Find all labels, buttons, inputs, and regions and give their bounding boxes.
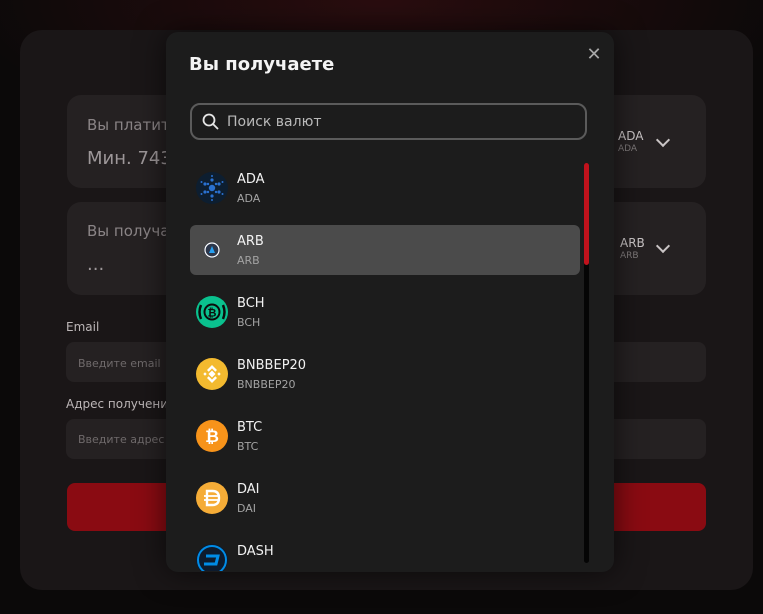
currency-item-dash[interactable]: DASH (190, 535, 580, 571)
currency-name: ADA (237, 172, 265, 187)
currency-code: BTC (237, 440, 259, 453)
currency-code: BCH (237, 316, 261, 329)
currency-select-modal: Вы получаете ✕ Поиск валют ADA ADA ARB A… (166, 32, 614, 572)
modal-title: Вы получаете (189, 54, 335, 75)
currency-code: DAI (237, 502, 257, 515)
search-icon (202, 113, 219, 130)
currency-item-dai[interactable]: DAI DAI (190, 473, 580, 523)
currency-item-arb[interactable]: ARB ARB (190, 225, 580, 275)
bitcoin-cash-icon: ₿ (196, 296, 228, 328)
email-placeholder: Введите email (78, 357, 161, 370)
currency-item-bch[interactable]: ₿ BCH BCH (190, 287, 580, 337)
currency-name: BNBBEP20 (237, 358, 307, 373)
receive-currency-selector[interactable]: ARB ARB (620, 237, 645, 263)
currency-name: ARB (237, 234, 264, 249)
svg-text:₿: ₿ (208, 307, 217, 320)
svg-text:₿: ₿ (205, 427, 219, 447)
receive-amount: ... (87, 254, 105, 275)
currency-name: DASH (237, 544, 274, 559)
receive-currency-code: ARB (620, 236, 645, 250)
scrollbar-thumb[interactable] (584, 163, 589, 265)
currency-name: BCH (237, 296, 265, 311)
currency-code: BNBBEP20 (237, 378, 296, 391)
currency-code: ARB (237, 254, 260, 267)
receive-currency-sub: ARB (620, 251, 639, 261)
cardano-icon (196, 172, 228, 204)
pay-currency-code: ADA (618, 129, 644, 143)
email-label: Email (66, 320, 100, 334)
scrollbar[interactable] (584, 163, 589, 563)
dai-icon (196, 482, 228, 514)
currency-item-bnbbep20[interactable]: BNBBEP20 BNBBEP20 (190, 349, 580, 399)
arbitrum-icon (196, 234, 228, 266)
currency-name: BTC (237, 420, 263, 435)
pay-amount: Мин. 743 (87, 148, 172, 169)
bnb-icon (196, 358, 228, 390)
search-input[interactable] (225, 112, 569, 131)
pay-currency-sub: ADA (618, 144, 638, 154)
currency-search[interactable] (190, 103, 587, 140)
currency-code: ADA (237, 192, 261, 205)
pay-currency-selector[interactable]: ADA ADA (618, 130, 643, 156)
dash-icon (196, 544, 228, 571)
close-icon[interactable]: ✕ (584, 45, 604, 65)
currency-name: DAI (237, 482, 260, 497)
currency-item-ada[interactable]: ADA ADA (190, 163, 580, 213)
address-label: Адрес получения (66, 397, 176, 411)
currency-item-btc[interactable]: ₿ BTC BTC (190, 411, 580, 461)
bitcoin-icon: ₿ (196, 420, 228, 452)
